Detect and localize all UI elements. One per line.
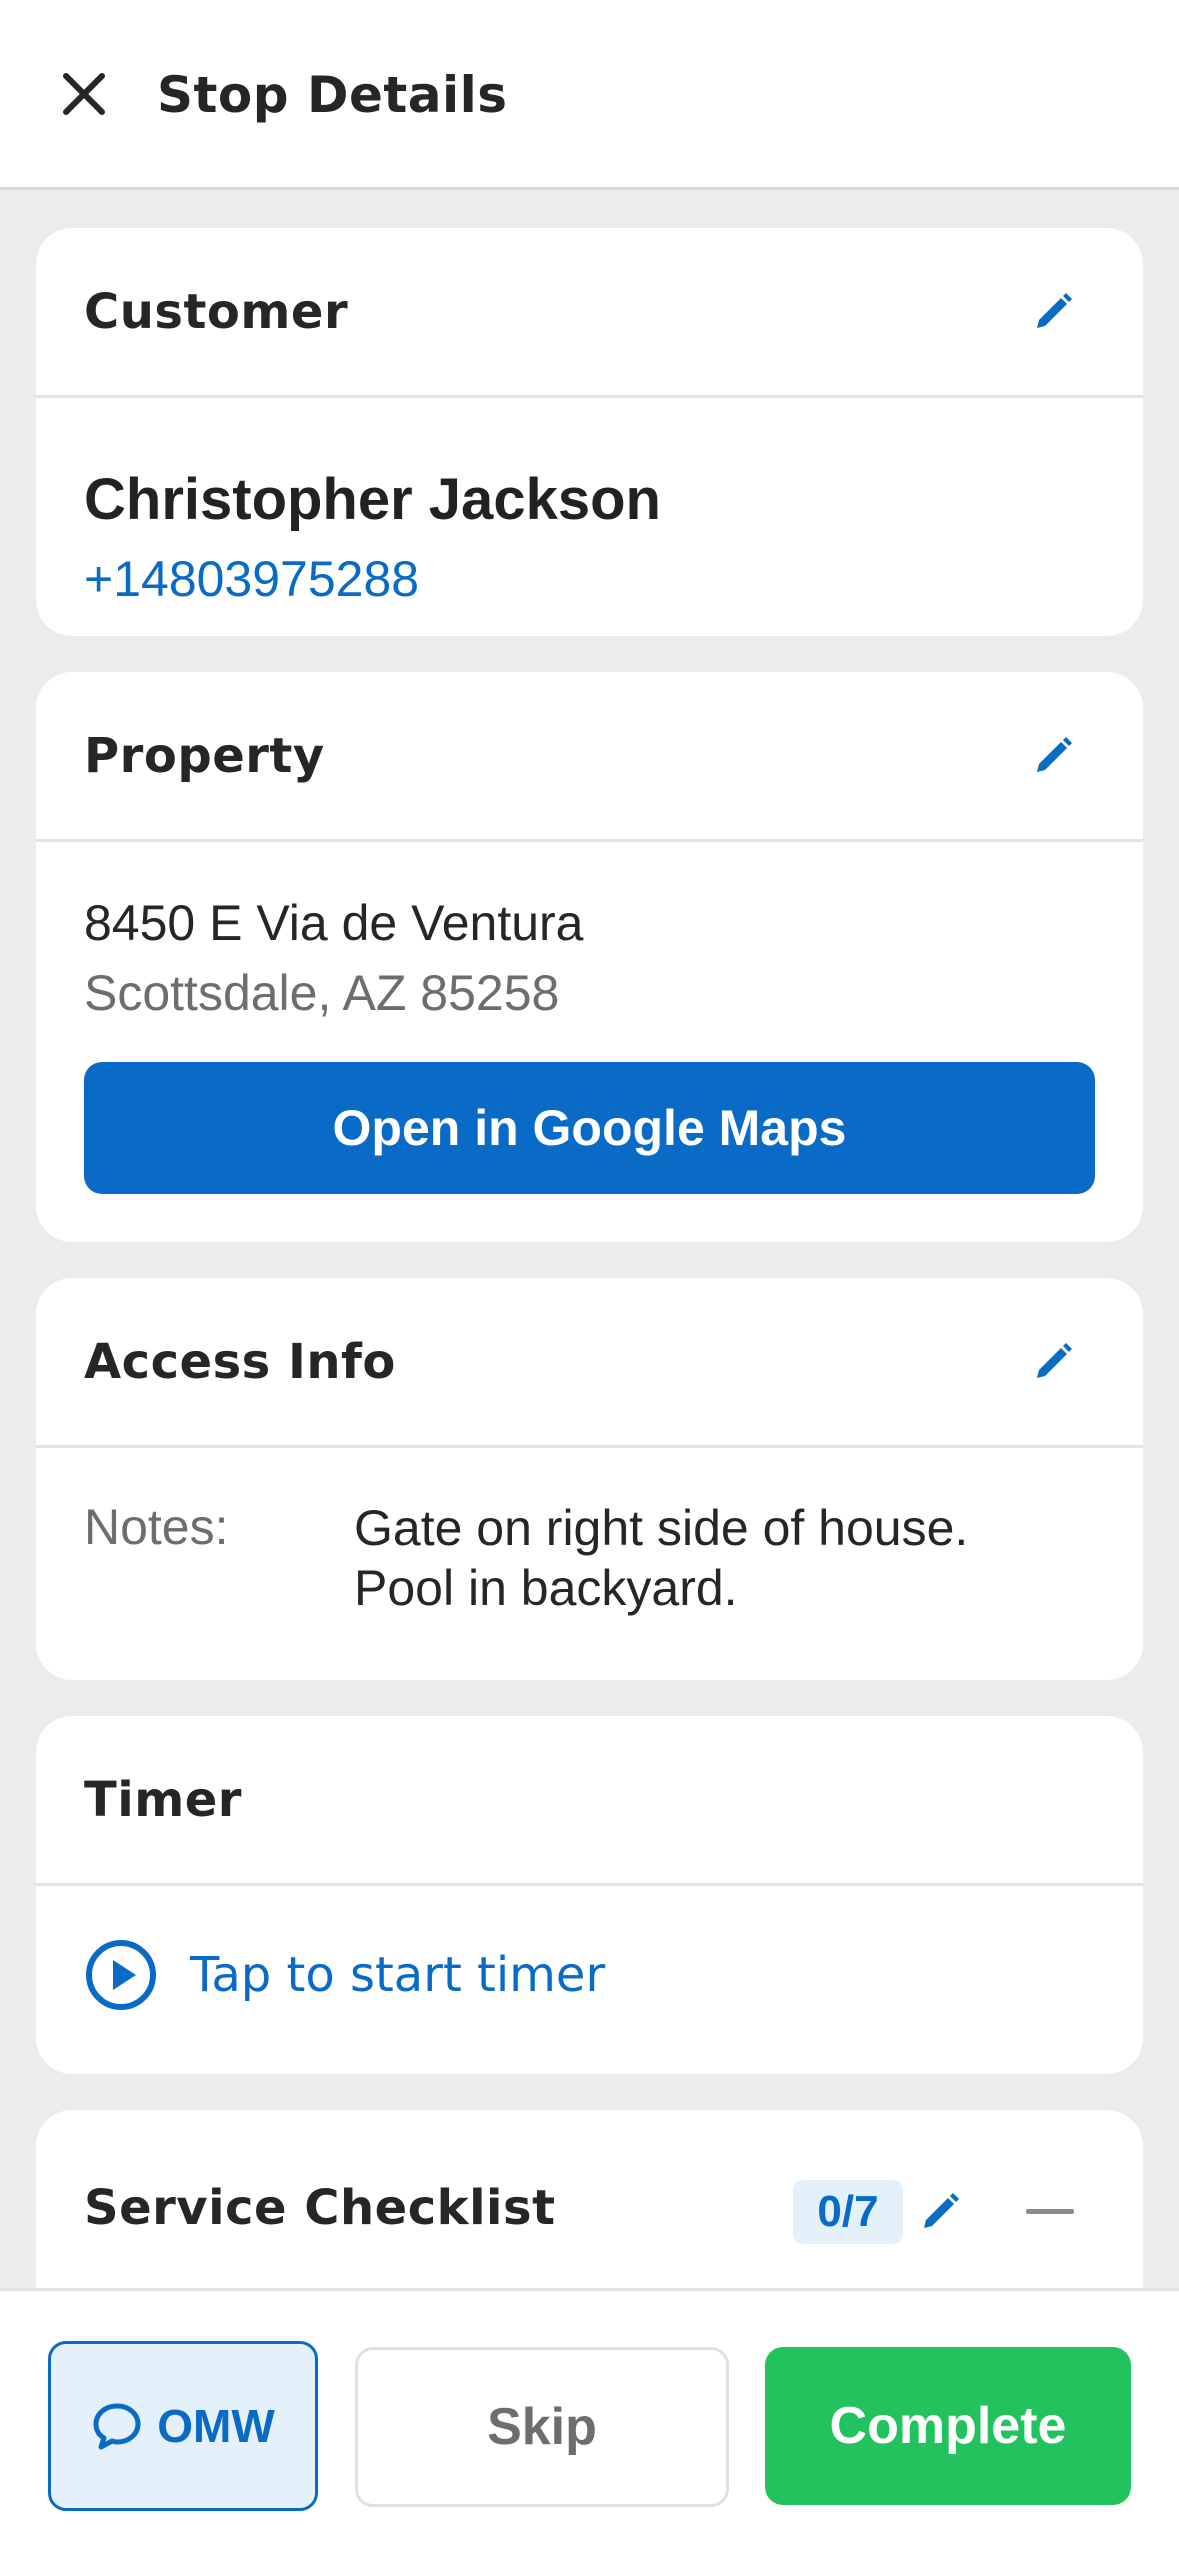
customer-section-title: Customer [84, 284, 349, 340]
property-card: Property 8450 E Via de Ventura Scottsdal… [36, 672, 1143, 1242]
notes-label: Notes: [84, 1499, 229, 1555]
close-icon[interactable] [56, 66, 112, 122]
edit-checklist-icon[interactable] [912, 2184, 968, 2240]
start-timer-button[interactable]: Tap to start timer [84, 1938, 605, 2012]
access-info-card: Access Info Notes: Gate on right side of… [36, 1278, 1143, 1680]
edit-property-icon[interactable] [1025, 728, 1081, 784]
property-section-title: Property [84, 728, 325, 784]
customer-phone-link[interactable]: +14803975288 [84, 550, 419, 608]
service-checklist-header[interactable]: Service Checklist 0/7 [36, 2110, 1143, 2280]
start-timer-label: Tap to start timer [190, 1947, 606, 2003]
omw-button[interactable]: OMW [48, 2341, 318, 2511]
property-card-header: Property [36, 672, 1143, 842]
complete-button[interactable]: Complete [765, 2347, 1131, 2505]
customer-name: Christopher Jackson [84, 467, 661, 532]
skip-button[interactable]: Skip [355, 2347, 729, 2507]
access-info-card-header: Access Info [36, 1278, 1143, 1448]
collapse-icon[interactable] [1022, 2184, 1078, 2240]
customer-card: Customer Christopher Jackson +1480397528… [36, 228, 1143, 636]
notes-line-2: Pool in backyard. [354, 1560, 738, 1616]
access-info-section-title: Access Info [84, 1334, 396, 1390]
notes-line-1: Gate on right side of house. [354, 1500, 969, 1556]
edit-customer-icon[interactable] [1025, 284, 1081, 340]
page-title: Stop Details [157, 66, 508, 124]
complete-label: Complete [829, 2397, 1067, 2455]
checklist-progress-badge: 0/7 [793, 2180, 903, 2244]
bottom-action-bar: OMW Skip Complete [0, 2288, 1179, 2556]
top-app-bar: Stop Details [0, 0, 1179, 190]
address-line-2: Scottsdale, AZ 85258 [84, 965, 560, 1021]
service-checklist-title: Service Checklist [84, 2180, 556, 2236]
skip-label: Skip [487, 2398, 597, 2456]
timer-section-title: Timer [84, 1772, 242, 1828]
chat-bubble-icon [93, 2403, 141, 2450]
notes-text: Gate on right side of house. Pool in bac… [354, 1498, 1074, 1618]
play-circle-icon [86, 1940, 156, 2010]
timer-card: Timer Tap to start timer [36, 1716, 1143, 2074]
address-line-1: 8450 E Via de Ventura [84, 895, 584, 951]
timer-card-header: Timer [36, 1716, 1143, 1886]
edit-access-info-icon[interactable] [1025, 1334, 1081, 1390]
customer-card-header: Customer [36, 228, 1143, 398]
omw-label: OMW [157, 2400, 275, 2452]
open-google-maps-button[interactable]: Open in Google Maps [84, 1062, 1095, 1194]
